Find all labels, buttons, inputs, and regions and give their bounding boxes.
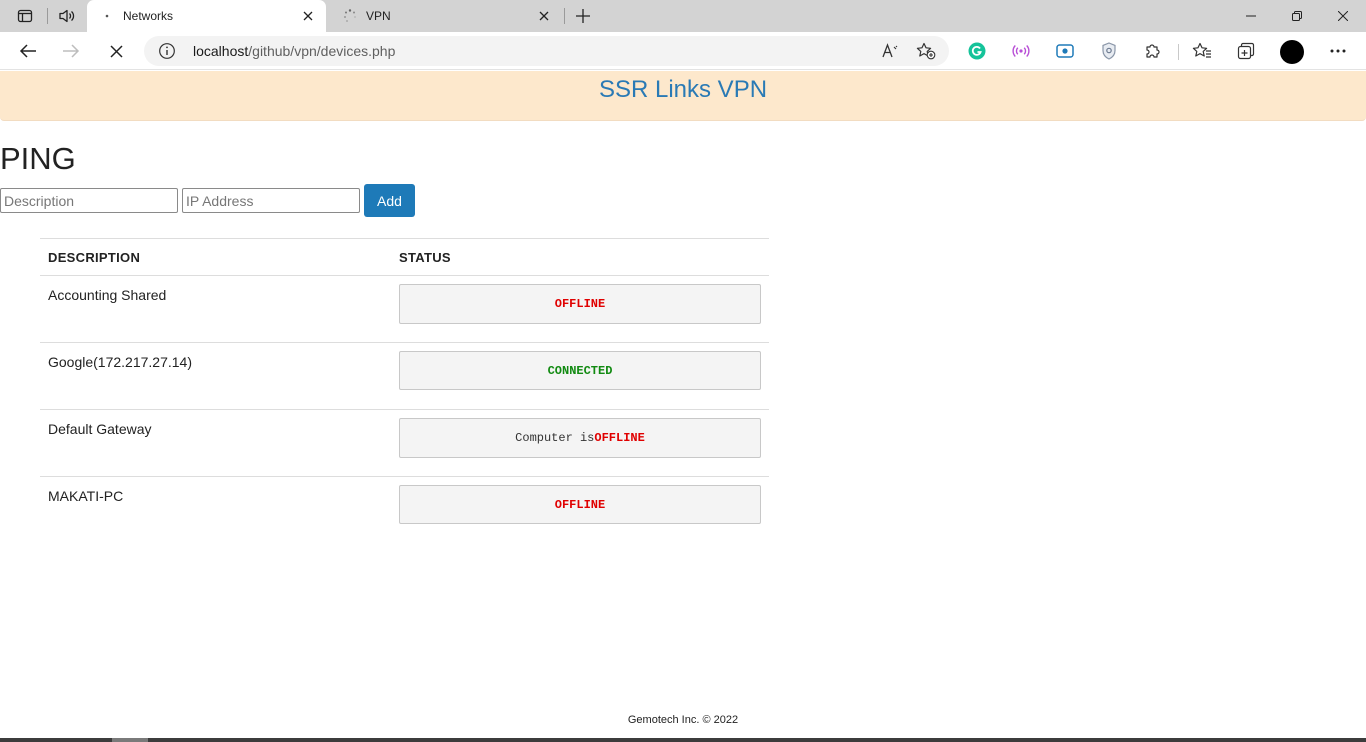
toolbar-separator xyxy=(1178,44,1179,60)
restore-icon[interactable] xyxy=(1274,0,1320,32)
taskbar-highlight xyxy=(112,738,148,742)
collections-icon[interactable] xyxy=(1230,36,1262,66)
back-arrow-icon[interactable] xyxy=(12,36,44,66)
podcast-icon[interactable] xyxy=(1005,36,1037,66)
close-tab-icon[interactable] xyxy=(296,4,320,28)
read-aloud-icon[interactable] xyxy=(878,40,902,62)
tab-title: VPN xyxy=(366,9,391,23)
page-content: SSR Links VPN PING Add DESCRIPTION STATU… xyxy=(0,71,1366,742)
url-path: /github/vpn/devices.php xyxy=(248,43,396,59)
url-text[interactable]: localhost/github/vpn/devices.php xyxy=(193,43,395,59)
site-brand[interactable]: SSR Links VPN xyxy=(599,76,767,104)
column-header-status: STATUS xyxy=(391,238,769,276)
device-status-cell: OFFLINE xyxy=(391,477,769,544)
tab-actions-icon[interactable] xyxy=(10,4,40,28)
devices-table: DESCRIPTION STATUS Accounting Shared OFF… xyxy=(40,238,769,544)
device-description: MAKATI-PC xyxy=(48,488,124,504)
status-badge: Computer is OFFLINE xyxy=(399,418,761,458)
table-row: Default Gateway Computer is OFFLINE xyxy=(40,409,769,477)
tab-networks[interactable]: Networks xyxy=(87,0,326,32)
taskbar-edge xyxy=(0,738,1366,742)
close-tab-icon[interactable] xyxy=(532,4,556,28)
device-status-cell: CONNECTED xyxy=(391,342,769,410)
device-description: Default Gateway xyxy=(40,409,391,477)
tab-separator xyxy=(564,8,565,24)
page-title: PING xyxy=(0,141,76,176)
status-badge: OFFLINE xyxy=(399,485,761,524)
status-text: OFFLINE xyxy=(594,431,645,445)
column-header-description: DESCRIPTION xyxy=(40,238,391,276)
extensions-puzzle-icon[interactable] xyxy=(1137,36,1169,66)
device-status-cell: Computer is OFFLINE xyxy=(391,409,769,477)
profile-avatar[interactable] xyxy=(1280,40,1304,64)
browser-tab-bar: Networks VPN xyxy=(0,0,1366,32)
more-menu-icon[interactable] xyxy=(1322,36,1354,66)
grammarly-icon[interactable] xyxy=(961,36,993,66)
status-badge: CONNECTED xyxy=(399,351,761,390)
status-badge: OFFLINE xyxy=(399,284,761,324)
table-row: MAKATI-PC OFFLINE xyxy=(40,477,769,544)
description-input[interactable] xyxy=(0,188,178,213)
favorites-icon[interactable] xyxy=(1186,36,1218,66)
shield-icon[interactable] xyxy=(1093,36,1125,66)
device-description: Accounting Shared xyxy=(40,275,391,343)
tab-separator xyxy=(47,8,48,24)
screen-capture-icon[interactable] xyxy=(1049,36,1081,66)
table-row: Google(172.217.27.14) CONNECTED xyxy=(40,342,769,410)
browser-toolbar: localhost/github/vpn/devices.php xyxy=(0,32,1366,70)
site-header: SSR Links VPN xyxy=(0,71,1366,121)
status-text: OFFLINE xyxy=(554,497,606,512)
info-icon[interactable] xyxy=(158,42,176,60)
address-bar[interactable]: localhost/github/vpn/devices.php xyxy=(144,36,949,66)
device-description: Google(172.217.27.14) xyxy=(40,342,391,410)
tab-vpn[interactable]: VPN xyxy=(330,0,562,32)
status-text: OFFLINE xyxy=(554,297,606,311)
minimize-icon[interactable] xyxy=(1228,0,1274,32)
status-text: CONNECTED xyxy=(547,363,613,378)
loading-dot-icon xyxy=(99,8,115,24)
ip-address-input[interactable] xyxy=(182,188,360,213)
forward-arrow-icon[interactable] xyxy=(55,36,87,66)
close-window-icon[interactable] xyxy=(1320,0,1366,32)
table-row: Accounting Shared OFFLINE xyxy=(40,275,769,343)
speaker-icon[interactable] xyxy=(52,4,82,28)
tab-title: Networks xyxy=(123,9,174,23)
footer-text: Gemotech Inc. © 2022 xyxy=(627,714,739,726)
loading-spinner-icon xyxy=(342,8,358,24)
table-header-row: DESCRIPTION STATUS xyxy=(40,238,769,276)
device-status-cell: OFFLINE xyxy=(391,275,769,343)
add-favorite-icon[interactable] xyxy=(914,40,938,62)
new-tab-plus-icon[interactable] xyxy=(568,4,598,28)
status-prefix: Computer is xyxy=(515,431,595,445)
add-button[interactable]: Add xyxy=(364,184,415,217)
url-host: localhost xyxy=(193,43,249,59)
stop-loading-icon[interactable] xyxy=(100,36,132,66)
